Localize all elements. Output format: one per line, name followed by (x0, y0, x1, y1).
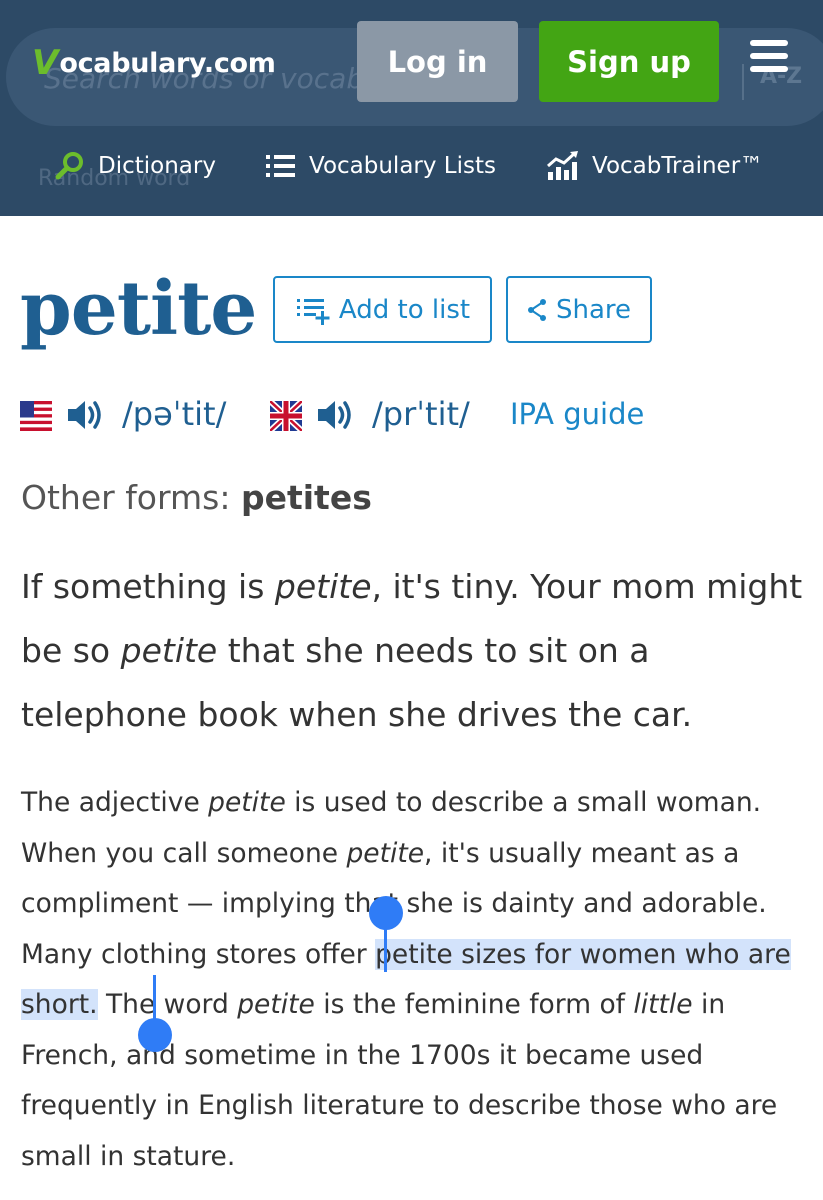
trainer-chart-icon (546, 150, 580, 182)
nav-dictionary[interactable]: Dictionary (54, 142, 216, 190)
other-forms-label: Other forms: (21, 478, 231, 517)
add-to-list-label: Add to list (338, 294, 471, 325)
uk-ipa: /prˈtit/ (372, 395, 470, 433)
share-button[interactable]: Share (506, 276, 652, 343)
other-forms: Other forms: petites (21, 478, 372, 517)
selection-start-handle[interactable] (369, 896, 403, 930)
signup-button[interactable]: Sign up (539, 21, 719, 102)
list-icon (265, 152, 297, 180)
selection-end-handle[interactable] (138, 1018, 172, 1052)
site-header: Search words or vocab Random word A-Z V … (0, 0, 823, 216)
other-forms-value: petites (240, 478, 372, 517)
ipa-guide-link[interactable]: IPA guide (510, 397, 644, 431)
uk-audio-speaker-icon[interactable] (316, 397, 356, 433)
nav-vocabtrainer[interactable]: VocabTrainer™ (546, 142, 763, 190)
nav-dictionary-label: Dictionary (98, 153, 216, 179)
nav-vocabtrainer-label: VocabTrainer™ (592, 153, 764, 179)
share-icon (527, 298, 547, 322)
us-ipa: /pəˈtit/ (122, 395, 227, 433)
hamburger-menu-icon[interactable] (750, 40, 788, 80)
word-title: petite (20, 266, 257, 352)
search-icon (54, 150, 86, 182)
us-audio-speaker-icon[interactable] (66, 397, 106, 433)
nav-vocabulary-lists[interactable]: Vocabulary Lists (265, 142, 496, 190)
logo-text: ocabulary.com (59, 47, 276, 79)
long-definition: The adjective petite is used to describe… (21, 787, 791, 1172)
logo-checkmark: V (32, 43, 59, 83)
share-label: Share (555, 294, 632, 325)
uk-flag-icon (267, 398, 305, 434)
us-flag-icon (20, 401, 52, 431)
add-list-icon (295, 294, 331, 326)
login-button[interactable]: Log in (357, 21, 518, 102)
nav-vocabulary-lists-label: Vocabulary Lists (309, 153, 496, 179)
short-definition: If something is petite, it's tiny. Your … (21, 567, 803, 734)
site-logo[interactable]: V ocabulary.com (32, 38, 276, 88)
add-to-list-button[interactable]: Add to list (273, 276, 492, 343)
